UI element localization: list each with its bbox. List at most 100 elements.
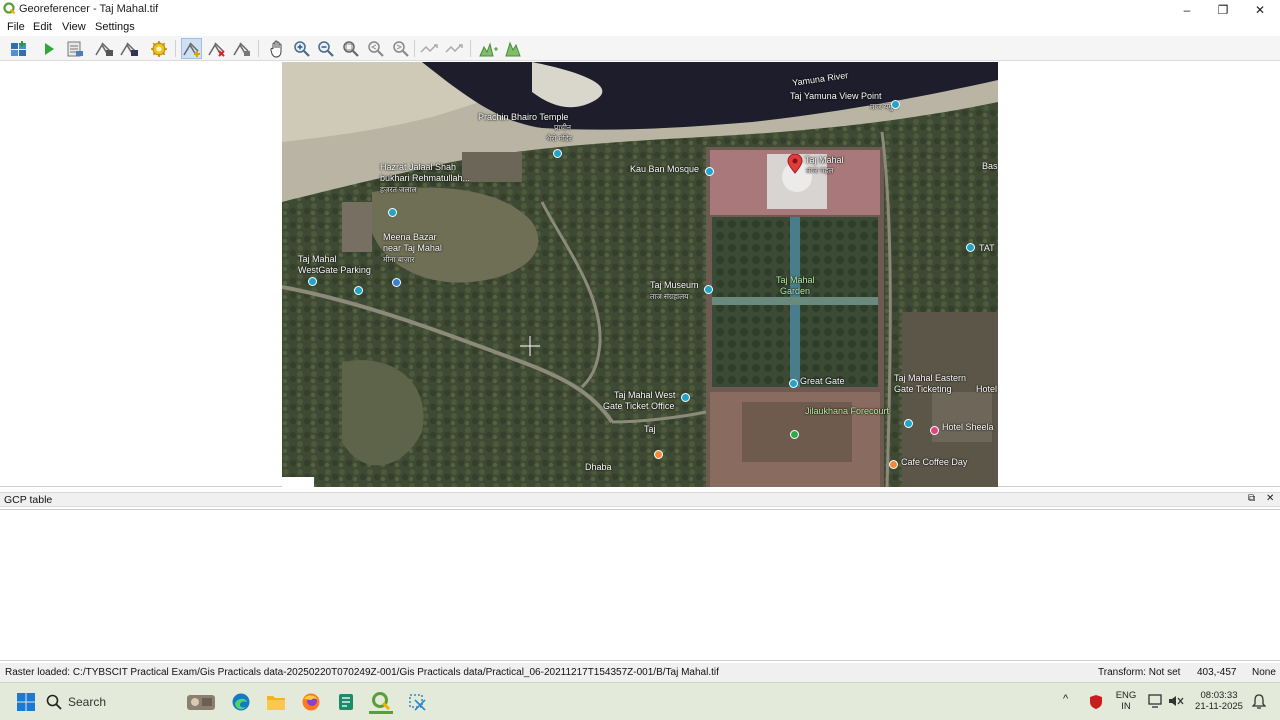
close-button[interactable]: ✕: [1242, 0, 1278, 19]
taj-mahal-pin-icon[interactable]: [787, 154, 803, 174]
transform-status: Transform: Not set: [1098, 667, 1181, 678]
hotel-marker-icon[interactable]: [930, 426, 939, 435]
poi-marker-icon[interactable]: [904, 419, 913, 428]
local-histogram-stretch-icon[interactable]: [503, 38, 524, 59]
map-label-eastern-ticket-2: Gate Ticketing: [894, 384, 952, 394]
map-label-taj-garden-2: Garden: [780, 286, 811, 296]
zoom-last-icon[interactable]: [365, 38, 386, 59]
map-label-tat: TAT: [979, 243, 995, 253]
ticket-marker-icon[interactable]: [681, 393, 690, 402]
parking-marker-icon[interactable]: [308, 277, 317, 286]
poi-marker-icon[interactable]: [553, 149, 562, 158]
show-hidden-icons-icon[interactable]: ^: [1063, 694, 1068, 705]
toolbar-separator: [175, 40, 176, 57]
map-label-hazrat-2: bukhari Rehmatullah...: [380, 173, 471, 183]
clock-time: 08:03:33: [1200, 690, 1238, 701]
gcp-table-header: GCP table ⧉ ✕: [0, 492, 1280, 507]
close-panel-icon[interactable]: ✕: [1266, 493, 1274, 504]
map-label-west-gate-parking-1: Taj Mahal: [298, 254, 337, 264]
notification-bell-icon[interactable]: [1252, 694, 1266, 710]
cafe-marker-icon[interactable]: [889, 460, 898, 469]
poi-marker-icon[interactable]: [388, 208, 397, 217]
gcp-table-title: GCP table: [4, 494, 53, 506]
qgis-icon[interactable]: [369, 690, 393, 714]
crosshair-cursor-icon: [520, 336, 540, 356]
menu-bar: File Edit View Settings: [0, 19, 1280, 36]
map-label-taj-garden-1: Taj Mahal: [776, 275, 815, 285]
map-label-bas: Bas: [982, 161, 998, 171]
map-label-hazrat-hindi: हज़रत जलाल: [380, 185, 417, 194]
menu-view[interactable]: View: [62, 21, 86, 33]
poi-marker-icon[interactable]: [789, 379, 798, 388]
toolbar-separator: [258, 40, 259, 57]
file-explorer-icon[interactable]: [264, 690, 288, 714]
coordinate-readout: 403,-457: [1197, 667, 1237, 678]
full-histogram-stretch-icon[interactable]: [478, 38, 499, 59]
menu-file[interactable]: File: [7, 21, 25, 33]
gcp-table[interactable]: [0, 509, 1280, 661]
map-label-great-gate: Great Gate: [800, 376, 845, 386]
map-label-cafe-coffee-day: Cafe Coffee Day: [901, 457, 968, 467]
link-qgis-to-georeferencer-icon[interactable]: [444, 38, 465, 59]
edge-icon[interactable]: [229, 690, 253, 714]
open-raster-icon[interactable]: [8, 38, 29, 59]
georeferencer-toolbar: [0, 36, 1280, 61]
minimize-button[interactable]: –: [1169, 0, 1205, 19]
shopping-marker-icon[interactable]: [392, 278, 401, 287]
map-label-prachin-bhairo-hindi-2: भैरो मंदिर: [546, 134, 572, 143]
raster-loaded-status: Raster loaded: C:/TYBSCIT Practical Exam…: [5, 667, 719, 678]
link-georeferencer-to-qgis-icon[interactable]: [419, 38, 440, 59]
load-gcp-points-icon[interactable]: [93, 38, 114, 59]
park-marker-icon[interactable]: [790, 430, 799, 439]
crs-status[interactable]: None: [1252, 667, 1276, 678]
museum-marker-icon[interactable]: [704, 285, 713, 294]
move-gcp-point-icon[interactable]: [231, 38, 252, 59]
menu-edit[interactable]: Edit: [33, 21, 52, 33]
widgets-icon[interactable]: [184, 690, 218, 714]
poi-marker-icon[interactable]: [705, 167, 714, 176]
map-label-hotel: Hotel: [976, 384, 998, 394]
map-label-west-ticket-1: Taj Mahal West: [614, 390, 676, 400]
network-icon[interactable]: [1148, 694, 1164, 708]
zoom-out-icon[interactable]: [315, 38, 336, 59]
volume-muted-icon[interactable]: [1168, 694, 1184, 708]
menu-settings[interactable]: Settings: [95, 21, 135, 33]
security-shield-icon[interactable]: [1089, 694, 1103, 710]
windows-start-icon[interactable]: [14, 690, 38, 714]
pan-icon[interactable]: [266, 38, 287, 59]
restaurant-marker-icon[interactable]: [654, 450, 663, 459]
zoom-next-icon[interactable]: [390, 38, 411, 59]
georeferencer-canvas[interactable]: Yamuna River Taj Yamuna View Point ताज य…: [0, 62, 1280, 487]
map-label-taj-mahal: Taj Mahal: [805, 155, 844, 165]
map-label-taj-small: Taj: [644, 424, 656, 434]
add-point-icon[interactable]: [181, 38, 202, 59]
save-gcp-points-icon[interactable]: [118, 38, 139, 59]
map-label-taj-museum-hindi: ताज संग्रहालय: [650, 292, 689, 301]
maximize-button[interactable]: ❐: [1205, 0, 1241, 19]
poi-marker-icon[interactable]: [354, 286, 363, 295]
zoom-to-layer-icon[interactable]: [340, 38, 361, 59]
language-indicator[interactable]: ENG IN: [1112, 690, 1140, 712]
status-bar: Raster loaded: C:/TYBSCIT Practical Exam…: [0, 663, 1280, 682]
zoom-in-icon[interactable]: [291, 38, 312, 59]
transformation-settings-icon[interactable]: [148, 38, 169, 59]
poi-marker-icon[interactable]: [966, 243, 975, 252]
poi-marker-icon[interactable]: [891, 100, 900, 109]
store-icon[interactable]: [334, 690, 358, 714]
map-label-west-ticket-2: Gate Ticket Office: [603, 401, 675, 411]
firefox-icon[interactable]: [299, 690, 323, 714]
search-icon: [46, 694, 62, 710]
generate-gdal-script-icon[interactable]: [64, 38, 85, 59]
system-clock[interactable]: 08:03:33 21-11-2025: [1190, 690, 1248, 712]
map-label-kau-ban-mosque: Kau Ban Mosque: [630, 164, 700, 174]
delete-point-icon[interactable]: [206, 38, 227, 59]
start-georeferencing-icon[interactable]: [38, 38, 59, 59]
float-panel-icon[interactable]: ⧉: [1248, 493, 1255, 504]
map-label-eastern-ticket-1: Taj Mahal Eastern: [894, 373, 967, 383]
windows-taskbar: Search ^ ENG IN 08:03:33 21-11-2025: [0, 682, 1280, 720]
toolbar-separator: [470, 40, 471, 57]
snipping-tool-icon[interactable]: [405, 690, 429, 714]
window-title: Georeferencer - Taj Mahal.tif: [19, 3, 159, 15]
raster-image-taj-mahal[interactable]: Yamuna River Taj Yamuna View Point ताज य…: [282, 62, 998, 487]
toolbar-separator: [414, 40, 415, 57]
